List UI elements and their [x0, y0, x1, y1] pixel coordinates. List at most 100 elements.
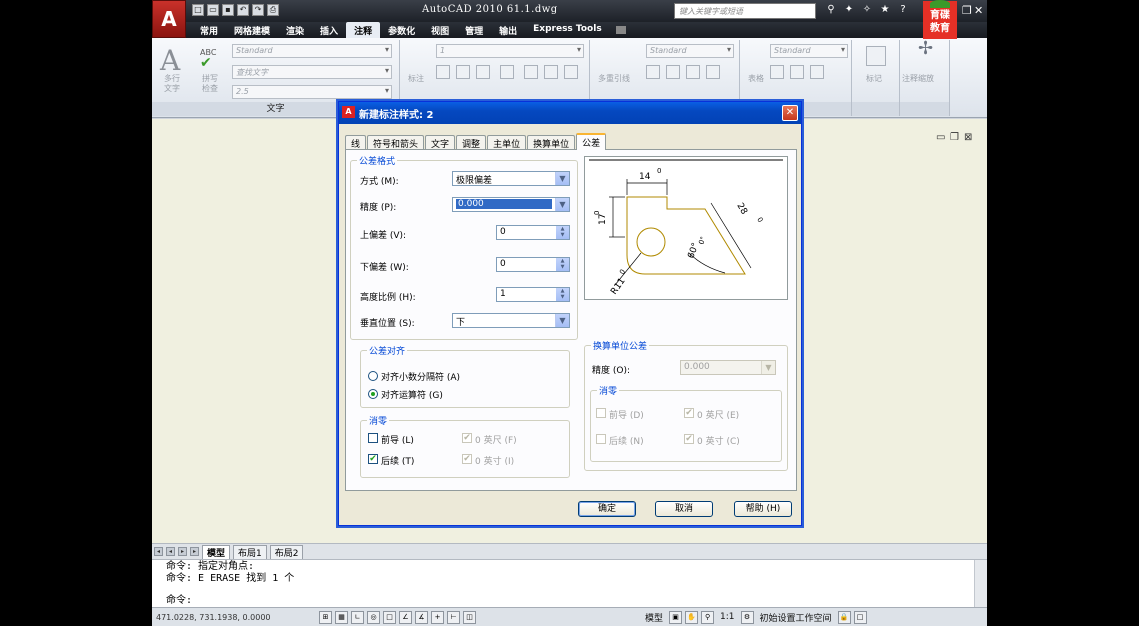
- last-tab-icon[interactable]: ▸: [190, 547, 199, 556]
- table-icon-1[interactable]: [770, 65, 784, 79]
- minimize-drawing-icon[interactable]: ▭: [936, 132, 945, 143]
- tab-render[interactable]: 渲染: [278, 22, 312, 38]
- binoculars-icon[interactable]: ⚲: [824, 3, 838, 17]
- tab-home[interactable]: 常用: [192, 22, 226, 38]
- tab-lines[interactable]: 线: [345, 135, 367, 150]
- undo-icon[interactable]: ↶: [237, 4, 249, 16]
- command-line[interactable]: 命令: 指定对角点: 命令: E ERASE 找到 1 个 命令:: [152, 559, 987, 608]
- leading-checkbox[interactable]: [368, 433, 378, 443]
- baseline-dim-icon[interactable]: [500, 65, 514, 79]
- key-icon[interactable]: ✧: [860, 3, 874, 17]
- lineweight-icon[interactable]: ⊢: [447, 610, 460, 624]
- ducs-icon[interactable]: ∡: [415, 610, 428, 624]
- tab-alternate-units[interactable]: 换算单位: [527, 135, 576, 150]
- multiline-text-icon[interactable]: A: [160, 44, 180, 77]
- align-decimal-label[interactable]: 对齐小数分隔符 (A): [381, 370, 460, 383]
- qp-icon[interactable]: ◫: [463, 610, 476, 624]
- remove-leader-icon[interactable]: [666, 65, 680, 79]
- tab-insert[interactable]: 插入: [312, 22, 346, 38]
- layout-icon[interactable]: ▣: [669, 610, 683, 624]
- clean-screen-icon[interactable]: □: [853, 610, 867, 624]
- polar-icon[interactable]: ◎: [367, 610, 380, 624]
- find-text-combo[interactable]: 查找文字: [232, 65, 392, 79]
- align-operator-radio[interactable]: [368, 389, 378, 399]
- pan-icon[interactable]: ✋: [685, 610, 699, 624]
- continue-dim-icon[interactable]: [456, 65, 470, 79]
- align-leader-icon[interactable]: [686, 65, 700, 79]
- tab-annotate[interactable]: 注释: [346, 22, 381, 38]
- annotation-scale-readout[interactable]: 1:1: [717, 612, 737, 622]
- adjust-dim-icon[interactable]: [544, 65, 558, 79]
- help-button[interactable]: 帮助 (H): [734, 501, 792, 517]
- cancel-button[interactable]: 取消: [655, 501, 713, 517]
- dialog-titlebar[interactable]: A 新建标注样式: 2 ✕: [339, 102, 801, 124]
- abc-icon[interactable]: ABC ✔: [200, 48, 216, 70]
- spin-arrows-icon[interactable]: ▲ ▼: [556, 226, 569, 239]
- tab-view[interactable]: 视图: [423, 22, 457, 38]
- align-operator-label[interactable]: 对齐运算符 (G): [381, 388, 443, 401]
- method-dropdown[interactable]: 极限偏差 ▼: [452, 171, 570, 186]
- trailing-label[interactable]: 后续 (T): [381, 454, 414, 467]
- tab-express-tools[interactable]: Express Tools: [525, 22, 610, 38]
- leading-label[interactable]: 前导 (L): [381, 433, 414, 446]
- wrench-icon[interactable]: ✦: [842, 3, 856, 17]
- first-tab-icon[interactable]: ◂: [154, 547, 163, 556]
- help-icon[interactable]: ?: [896, 3, 910, 17]
- text-height-combo[interactable]: 2.5: [232, 85, 392, 99]
- ok-button[interactable]: 确定: [578, 501, 636, 517]
- linear-dim-icon[interactable]: [436, 65, 450, 79]
- grid-icon[interactable]: ▦: [335, 610, 348, 624]
- command-scrollbar[interactable]: [974, 560, 987, 608]
- table-icon-2[interactable]: [790, 65, 804, 79]
- collect-leader-icon[interactable]: [706, 65, 720, 79]
- tab-layout1[interactable]: 布局1: [233, 544, 267, 559]
- print-icon[interactable]: ⎙: [267, 4, 279, 16]
- tab-primary-units[interactable]: 主单位: [487, 135, 527, 150]
- tab-output[interactable]: 输出: [491, 22, 525, 38]
- dim-style-combo[interactable]: 1: [436, 44, 584, 58]
- chevron-down-icon[interactable]: ▼: [555, 172, 569, 185]
- mleader-style-combo[interactable]: Standard: [646, 44, 734, 58]
- spin-arrows-icon[interactable]: ▲ ▼: [556, 258, 569, 271]
- lock-icon[interactable]: 🔒: [837, 610, 851, 624]
- tab-fit[interactable]: 调整: [456, 135, 487, 150]
- table-icon-3[interactable]: [810, 65, 824, 79]
- tab-text[interactable]: 文字: [425, 135, 456, 150]
- ribbon-minimize-icon[interactable]: [615, 26, 626, 34]
- restore-drawing-icon[interactable]: ❐: [950, 132, 959, 143]
- tab-model[interactable]: 模型: [202, 544, 231, 559]
- zoom-icon[interactable]: ⚲: [701, 610, 715, 624]
- otrack-icon[interactable]: ∠: [399, 610, 412, 624]
- trailing-checkbox[interactable]: ✔: [368, 454, 378, 464]
- restore-icon[interactable]: ❐: [962, 4, 972, 17]
- annotation-scale-icon[interactable]: ✢: [918, 40, 933, 58]
- next-tab-icon[interactable]: ▸: [178, 547, 187, 556]
- chevron-down-icon[interactable]: ▼: [555, 314, 569, 327]
- tab-symbols-arrows[interactable]: 符号和箭头: [367, 135, 425, 150]
- command-prompt[interactable]: 命令:: [166, 595, 987, 607]
- tab-layout2[interactable]: 布局2: [269, 544, 304, 559]
- height-scale-stepper[interactable]: 1 ▲ ▼: [496, 287, 570, 302]
- upper-value-stepper[interactable]: 0 ▲ ▼: [496, 225, 570, 240]
- osnap-icon[interactable]: □: [383, 610, 396, 624]
- jog-dim-icon[interactable]: [564, 65, 578, 79]
- align-decimal-radio[interactable]: [368, 371, 378, 381]
- quick-dim-icon[interactable]: [476, 65, 490, 79]
- text-style-combo[interactable]: Standard: [232, 44, 392, 58]
- tab-manage[interactable]: 管理: [457, 22, 491, 38]
- add-leader-icon[interactable]: [646, 65, 660, 79]
- prev-tab-icon[interactable]: ◂: [166, 547, 175, 556]
- new-icon[interactable]: □: [192, 4, 204, 16]
- model-space-label[interactable]: 模型: [642, 611, 666, 624]
- open-icon[interactable]: ▭: [207, 4, 219, 16]
- save-icon[interactable]: ▪: [222, 4, 234, 16]
- tab-tolerances[interactable]: 公差: [576, 133, 607, 150]
- tab-parametric[interactable]: 参数化: [380, 22, 423, 38]
- vertical-position-dropdown[interactable]: 下 ▼: [452, 313, 570, 328]
- precision-dropdown[interactable]: 0.000 ▼: [452, 197, 570, 212]
- workspace-switch[interactable]: 初始设置工作空间: [757, 611, 835, 624]
- search-input[interactable]: 键入关键字或短语: [674, 3, 816, 19]
- star-icon[interactable]: ★: [878, 3, 892, 17]
- close-icon[interactable]: ✕: [782, 105, 798, 121]
- break-dim-icon[interactable]: [524, 65, 538, 79]
